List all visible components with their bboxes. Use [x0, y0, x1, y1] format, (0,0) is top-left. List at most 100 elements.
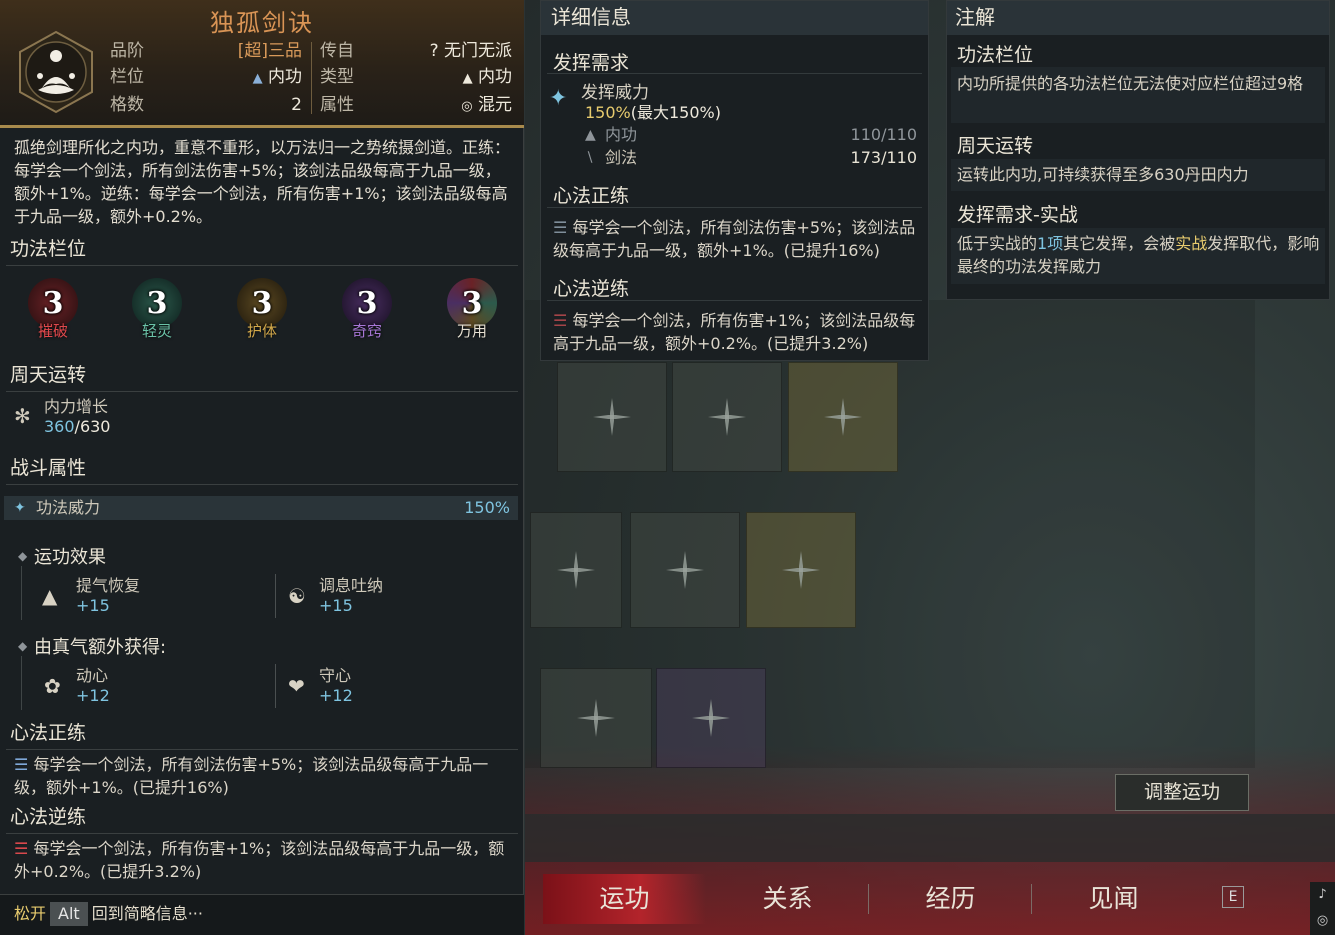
slot-qiqiao[interactable]: 3 奇窍: [337, 278, 397, 348]
req-power-max: (最大150%): [630, 103, 721, 122]
slot-cuipo-label: 摧破: [37, 322, 68, 340]
slot-list: 3 摧破 3 轻灵 3 护体 3 奇窍 3 万用: [0, 278, 524, 348]
meditation-emblem-icon: [19, 30, 93, 114]
skill-detail-panel: 独孤剑诀 品阶 [超]三品 栏位 ▲ 内功 格数 2 传自? 无门无派 类型 ▲ 内功 …: [0, 0, 524, 935]
extra1-value: +12: [76, 686, 110, 705]
grid-slot[interactable]: [672, 362, 782, 472]
detail-forward-text: ☰ 每学会一个剑法，所有剑法伤害+5%；该剑法品级每高于九品一级，额外+1%。(…: [553, 218, 916, 260]
effect2-value: +15: [319, 596, 353, 615]
slot-qingling-label: 轻灵: [141, 322, 172, 340]
req-sword-value: 173/110: [850, 148, 917, 167]
reverse-icon: ☰: [14, 839, 29, 858]
effect2: 调息吐纳 +15: [319, 576, 383, 616]
forward-icon: ☰: [553, 218, 568, 237]
section-combat-title: 战斗属性: [0, 455, 524, 485]
forward-icon: ☰: [14, 755, 29, 774]
effect1-name: 提气恢复: [76, 576, 141, 595]
plus-icon: [589, 394, 635, 440]
target-icon[interactable]: ◎: [1310, 908, 1335, 934]
reverse-icon: ☰: [553, 311, 568, 330]
extra2: 守心 +12: [319, 666, 353, 706]
breath-icon: ☯: [288, 584, 306, 608]
note2-text: 运转此内功,可持续获得至多630丹田内力: [957, 165, 1249, 184]
plus-icon: [573, 695, 619, 741]
req-title: 发挥需求: [553, 52, 630, 74]
question-icon: ?: [429, 41, 439, 61]
note2-title: 周天运转: [957, 135, 1034, 157]
meditation-icon: ▲: [462, 71, 473, 86]
bullet-icon: ◆: [18, 549, 28, 563]
section-slots-title: 功法栏位: [0, 236, 524, 266]
grid-slot[interactable]: [656, 668, 766, 768]
sword-small-icon: ∖: [585, 150, 594, 166]
reverse-title: 心法逆练: [553, 278, 630, 300]
slot-wanyong[interactable]: 3 万用: [442, 278, 502, 348]
slot-label: 栏位: [110, 67, 144, 87]
forward-text: ☰ 每学会一个剑法，所有剑法伤害+5%；该剑法品级每高于九品一级，额外+1%。(…: [14, 755, 489, 797]
skill-description: 孤绝剑理所化之内功，重意不重形，以万法归一之势统摄剑道。正练：每学会一个剑法，所…: [14, 138, 511, 226]
sword-power-icon: ✦: [549, 86, 568, 111]
action-strip: [525, 814, 1335, 862]
req-sword-label: 剑法: [605, 148, 638, 167]
heart-guard-icon: ❤: [288, 674, 305, 698]
footer-hint: 松开 Alt 回到简略信息···: [0, 894, 524, 935]
microphone-icon[interactable]: ♪: [1310, 882, 1335, 908]
tab-experience[interactable]: 经历: [869, 874, 1032, 924]
alt-key: Alt: [50, 902, 88, 926]
adjust-cultivation-button[interactable]: 调整运功: [1115, 774, 1249, 811]
type-value: ▲ 内功: [462, 67, 512, 87]
effect-title: 运功效果: [34, 547, 106, 568]
grid-slot[interactable]: [530, 512, 622, 628]
req-power-label: 发挥威力: [581, 83, 649, 103]
extra-title: 由真气额外获得:: [34, 637, 167, 658]
cycle-current: 360: [44, 417, 75, 436]
divider: [547, 300, 922, 301]
heart-move-icon: ✿: [44, 674, 61, 698]
neigong-icon: ▲: [252, 71, 263, 86]
footer-text: 回到简略信息···: [91, 904, 203, 923]
slot-qingling[interactable]: 3 轻灵: [127, 278, 187, 348]
slot-huti[interactable]: 3 护体: [232, 278, 292, 348]
extra1-name: 动心: [76, 666, 109, 685]
extra1: 动心 +12: [76, 666, 110, 706]
header-left-grid: 品阶 [超]三品 栏位 ▲ 内功 格数 2: [110, 38, 302, 118]
extra2-value: +12: [319, 686, 353, 705]
origin-label: 传自: [320, 41, 354, 61]
divider: [275, 574, 276, 618]
type-label: 类型: [320, 67, 354, 87]
grade-value: [超]三品: [237, 41, 302, 61]
grid-slot[interactable]: [557, 362, 667, 472]
req-neigong-value: 110/110: [850, 125, 917, 144]
power-label: 功法威力: [36, 498, 101, 517]
sword-icon: ✦: [14, 500, 26, 516]
attr-label: 属性: [320, 95, 354, 115]
notes-header: 注解: [947, 1, 1329, 35]
grid-slot[interactable]: [630, 512, 740, 628]
tab-relations[interactable]: 关系: [706, 874, 869, 924]
origin-value: ? 无门无派: [429, 41, 512, 61]
divider: [547, 207, 922, 208]
swirl-icon: ✻: [14, 404, 31, 428]
header-divider: [311, 42, 312, 114]
plus-icon: [688, 695, 734, 741]
grid-slot[interactable]: [746, 512, 856, 628]
plus-icon: [704, 394, 750, 440]
grade-label: 品阶: [110, 41, 144, 61]
slot-qiqiao-label: 奇窍: [351, 322, 382, 340]
plus-icon: [778, 547, 824, 593]
section-cycle-title: 周天运转: [0, 362, 524, 392]
key-hint-e: E: [1222, 886, 1244, 908]
slot-wanyong-label: 万用: [456, 322, 487, 340]
cycle-item: 内力增长 360/630: [44, 397, 110, 437]
section-reverse-title: 心法逆练: [0, 804, 524, 834]
grid-slot[interactable]: [788, 362, 898, 472]
tab-knowledge[interactable]: 见闻: [1032, 874, 1195, 924]
tab-cultivation[interactable]: 运功: [543, 873, 706, 924]
grid-slot[interactable]: [540, 668, 652, 768]
slot-cuipo[interactable]: 3 摧破: [23, 278, 83, 348]
bullet-icon: ◆: [18, 639, 28, 653]
note3-title: 发挥需求-实战: [957, 204, 1078, 226]
slot-huti-label: 护体: [246, 322, 277, 340]
reverse-text: ☰ 每学会一个剑法，所有伤害+1%；该剑法品级每高于九品一级，额外+0.2%。(…: [14, 839, 505, 881]
